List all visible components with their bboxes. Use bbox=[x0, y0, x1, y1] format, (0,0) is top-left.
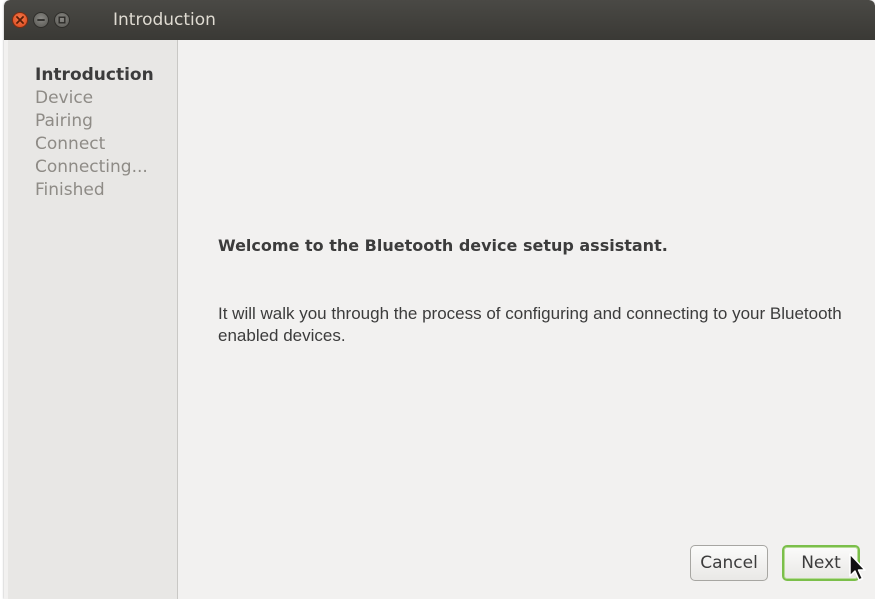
close-icon[interactable] bbox=[12, 12, 28, 28]
step-connect: Connect bbox=[35, 134, 106, 154]
title-bar[interactable]: Introduction bbox=[4, 0, 875, 40]
step-pairing: Pairing bbox=[35, 111, 93, 131]
steps-sidebar: Introduction Device Pairing Connect Conn… bbox=[8, 40, 178, 599]
mouse-pointer-icon bbox=[849, 553, 866, 581]
step-connecting: Connecting... bbox=[35, 157, 148, 177]
step-introduction: Introduction bbox=[35, 65, 154, 85]
main-content: Welcome to the Bluetooth device setup as… bbox=[178, 40, 875, 599]
maximize-icon[interactable] bbox=[54, 12, 70, 28]
welcome-heading: Welcome to the Bluetooth device setup as… bbox=[218, 236, 668, 255]
minimize-icon[interactable] bbox=[33, 12, 49, 28]
step-finished: Finished bbox=[35, 180, 105, 200]
step-device: Device bbox=[35, 88, 94, 108]
step-list: Introduction Device Pairing Connect Conn… bbox=[8, 40, 177, 202]
intro-text: It will walk you through the process of … bbox=[218, 304, 842, 345]
cancel-button[interactable]: Cancel bbox=[690, 545, 768, 581]
assistant-window: Introduction Introduction Device Pairing… bbox=[4, 0, 875, 599]
window-title: Introduction bbox=[113, 10, 216, 30]
